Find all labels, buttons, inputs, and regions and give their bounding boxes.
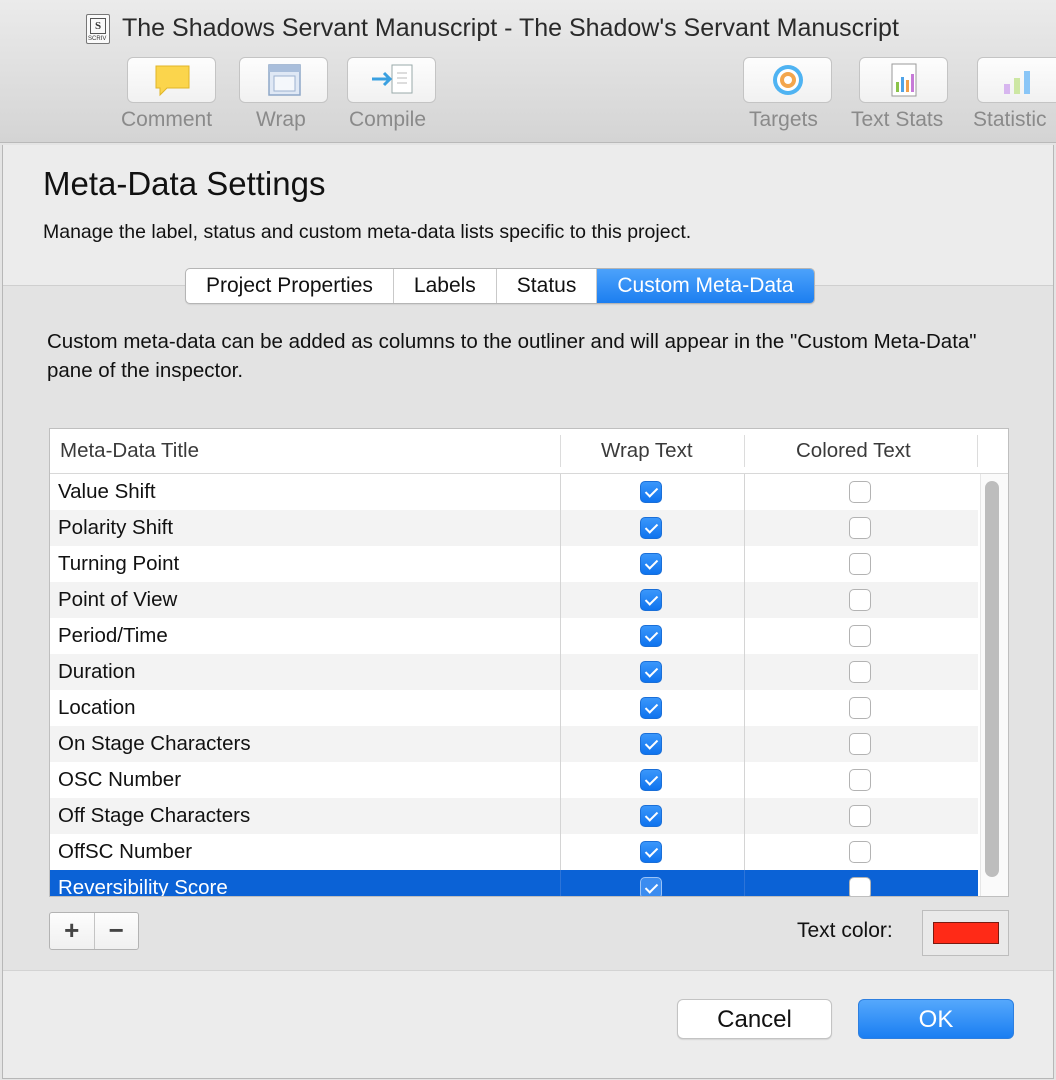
add-remove-control: + − — [49, 912, 139, 950]
wrap-text-checkbox[interactable] — [640, 697, 662, 719]
text-stats-label: Text Stats — [851, 108, 944, 131]
table-row-selected[interactable]: Reversibility Score — [50, 870, 978, 897]
table-row[interactable]: OffSC Number — [50, 834, 978, 870]
targets-button[interactable] — [743, 57, 832, 103]
row-title: Duration — [58, 660, 136, 683]
row-title: OffSC Number — [58, 840, 193, 863]
table-row[interactable]: Duration — [50, 654, 978, 690]
wrap-text-checkbox[interactable] — [640, 841, 662, 863]
table-header: Meta-Data Title Wrap Text Colored Text — [50, 429, 1008, 474]
table-row[interactable]: On Stage Characters — [50, 726, 978, 762]
wrap-text-checkbox[interactable] — [640, 769, 662, 791]
colored-text-checkbox[interactable] — [849, 553, 871, 575]
table-row[interactable]: Value Shift — [50, 474, 978, 510]
wrap-icon — [268, 64, 301, 96]
statistics-icon — [1004, 71, 1030, 94]
ok-button[interactable]: OK — [858, 999, 1014, 1039]
remove-row-button[interactable]: − — [95, 913, 139, 949]
column-header-colored-text[interactable]: Colored Text — [796, 429, 911, 473]
text-stats-button[interactable] — [859, 57, 948, 103]
text-color-label: Text color: — [797, 919, 893, 942]
table-row[interactable]: OSC Number — [50, 762, 978, 798]
sheet-subtitle: Manage the label, status and custom meta… — [43, 221, 692, 243]
column-divider — [744, 435, 745, 467]
table-row[interactable]: Off Stage Characters — [50, 798, 978, 834]
table-row[interactable]: Point of View — [50, 582, 978, 618]
wrap-text-checkbox[interactable] — [640, 553, 662, 575]
tab-status[interactable]: Status — [497, 269, 598, 303]
text-color-swatch — [933, 922, 999, 944]
wrap-text-checkbox[interactable] — [640, 589, 662, 611]
colored-text-checkbox[interactable] — [849, 733, 871, 755]
colored-text-checkbox[interactable] — [849, 589, 871, 611]
table-row[interactable]: Location — [50, 690, 978, 726]
column-header-title[interactable]: Meta-Data Title — [60, 429, 199, 473]
table-row[interactable]: Period/Time — [50, 618, 978, 654]
row-title: Off Stage Characters — [58, 804, 251, 827]
row-title: OSC Number — [58, 768, 182, 791]
column-header-wrap-text[interactable]: Wrap Text — [601, 429, 693, 473]
tab-custom-meta-data[interactable]: Custom Meta-Data — [597, 269, 814, 303]
row-title: Turning Point — [58, 552, 180, 575]
row-title: Location — [58, 696, 136, 719]
table-rows: Value Shift Polarity Shift Turning Point — [50, 474, 978, 897]
colored-text-checkbox[interactable] — [849, 517, 871, 539]
table-row[interactable]: Turning Point — [50, 546, 978, 582]
colored-text-checkbox[interactable] — [849, 805, 871, 827]
metadata-table: Meta-Data Title Wrap Text Colored Text V… — [49, 428, 1009, 897]
pane-description: Custom meta-data can be added as columns… — [47, 330, 977, 382]
comment-button[interactable] — [127, 57, 216, 103]
window-title: The Shadows Servant Manuscript - The Sha… — [122, 14, 899, 42]
row-title: Period/Time — [58, 624, 168, 647]
targets-label: Targets — [749, 108, 818, 131]
targets-icon — [773, 65, 803, 95]
statistics-button[interactable] — [977, 57, 1056, 103]
statistics-label: Statistic — [973, 108, 1047, 131]
colored-text-checkbox[interactable] — [849, 481, 871, 503]
row-title: Point of View — [58, 588, 178, 611]
cancel-button[interactable]: Cancel — [677, 999, 832, 1039]
wrap-text-checkbox[interactable] — [640, 805, 662, 827]
colored-text-checkbox[interactable] — [849, 661, 871, 683]
metadata-settings-sheet: Meta-Data Settings Manage the label, sta… — [2, 145, 1054, 1079]
scrollbar-thumb[interactable] — [985, 481, 999, 877]
row-title: On Stage Characters — [58, 732, 251, 755]
colored-text-checkbox[interactable] — [849, 625, 871, 647]
segmented-tabs: Project Properties Labels Status Custom … — [185, 268, 815, 304]
wrap-text-checkbox[interactable] — [640, 877, 662, 896]
colored-text-checkbox[interactable] — [849, 841, 871, 863]
wrap-text-checkbox[interactable] — [640, 733, 662, 755]
add-row-button[interactable]: + — [50, 913, 95, 949]
compile-label: Compile — [349, 108, 427, 131]
wrap-button[interactable] — [239, 57, 328, 103]
comment-icon — [155, 65, 190, 97]
column-divider — [977, 435, 978, 467]
app-window: S SCRIV The Shadows Servant Manuscript -… — [0, 0, 1056, 1080]
wrap-text-checkbox[interactable] — [640, 661, 662, 683]
text-color-well[interactable] — [922, 910, 1009, 956]
sheet-title: Meta-Data Settings — [43, 165, 326, 202]
compile-icon — [372, 64, 413, 94]
wrap-text-checkbox[interactable] — [640, 481, 662, 503]
table-row[interactable]: Polarity Shift — [50, 510, 978, 546]
colored-text-checkbox[interactable] — [849, 697, 871, 719]
wrap-label: Wrap — [256, 108, 306, 131]
column-divider — [560, 435, 561, 467]
document-icon: S SCRIV — [86, 14, 110, 44]
row-title: Reversibility Score — [58, 876, 228, 897]
wrap-text-checkbox[interactable] — [640, 625, 662, 647]
compile-button[interactable] — [347, 57, 436, 103]
row-title: Polarity Shift — [58, 516, 174, 539]
colored-text-checkbox[interactable] — [849, 877, 871, 896]
title-toolbar: S SCRIV The Shadows Servant Manuscript -… — [0, 0, 1056, 143]
row-title: Value Shift — [58, 480, 156, 503]
wrap-text-checkbox[interactable] — [640, 517, 662, 539]
tab-labels[interactable]: Labels — [394, 269, 497, 303]
colored-text-checkbox[interactable] — [849, 769, 871, 791]
comment-label: Comment — [121, 108, 213, 131]
tab-project-properties[interactable]: Project Properties — [186, 269, 394, 303]
text-stats-icon — [891, 63, 917, 97]
